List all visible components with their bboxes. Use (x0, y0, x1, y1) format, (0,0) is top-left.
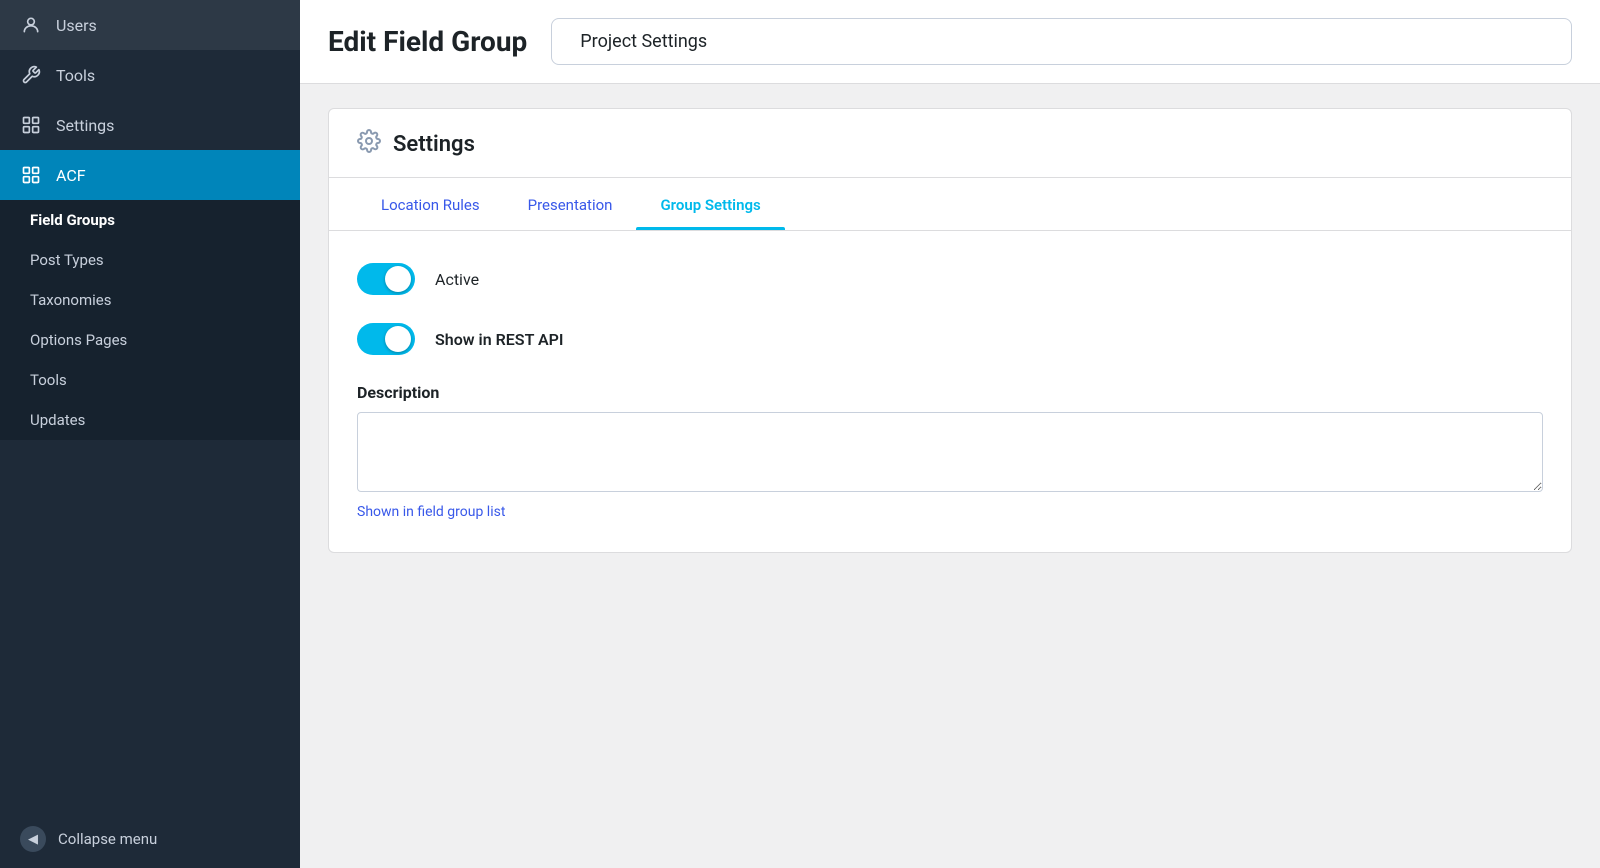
sidebar-item-field-groups[interactable]: Field Groups (0, 200, 300, 240)
sidebar-item-acf-label: ACF (56, 166, 86, 185)
card-title: Settings (393, 132, 475, 157)
sidebar-item-settings-label: Settings (56, 116, 114, 135)
sidebar-item-updates[interactable]: Updates (0, 400, 300, 440)
active-toggle[interactable] (357, 263, 415, 295)
rest-api-toggle-row: Show in REST API (357, 323, 1543, 355)
collapse-menu-button[interactable]: ◀ Collapse menu (0, 810, 300, 868)
sidebar-item-acf[interactable]: ACF (0, 150, 300, 200)
sidebar: Users Tools Settings ACF Field Groups Po… (0, 0, 300, 868)
sidebar-item-settings[interactable]: Settings (0, 100, 300, 150)
tab-presentation[interactable]: Presentation (504, 178, 637, 230)
page-header: Edit Field Group Project Settings (300, 0, 1600, 84)
active-toggle-label: Active (435, 270, 479, 289)
tab-group-settings[interactable]: Group Settings (636, 178, 784, 230)
description-section: Description Shown in field group list (357, 383, 1543, 520)
sidebar-item-tools-sub[interactable]: Tools (0, 360, 300, 400)
tab-location-rules[interactable]: Location Rules (357, 178, 504, 230)
sidebar-item-taxonomies[interactable]: Taxonomies (0, 280, 300, 320)
rest-api-toggle-label: Show in REST API (435, 330, 564, 349)
active-toggle-slider (357, 263, 415, 295)
sidebar-item-tools[interactable]: Tools (0, 50, 300, 100)
settings-icon (20, 114, 42, 136)
card-header: Settings (329, 109, 1571, 178)
sidebar-item-options-pages[interactable]: Options Pages (0, 320, 300, 360)
page-title: Edit Field Group (328, 25, 527, 58)
description-label: Description (357, 383, 1543, 402)
collapse-icon: ◀ (20, 826, 46, 852)
rest-api-toggle-slider (357, 323, 415, 355)
content-area: Settings Location Rules Presentation Gro… (300, 84, 1600, 868)
acf-icon (20, 164, 42, 186)
tools-icon (20, 64, 42, 86)
breadcrumb: Project Settings (551, 18, 1572, 65)
main-content: Edit Field Group Project Settings Settin… (300, 0, 1600, 868)
sidebar-section: Field Groups Post Types Taxonomies Optio… (0, 200, 300, 440)
settings-card: Settings Location Rules Presentation Gro… (328, 108, 1572, 553)
tabs-container: Location Rules Presentation Group Settin… (329, 178, 1571, 231)
gear-icon (357, 129, 381, 159)
description-hint: Shown in field group list (357, 504, 1543, 520)
sidebar-item-tools-label: Tools (56, 66, 95, 85)
sidebar-item-users[interactable]: Users (0, 0, 300, 50)
rest-api-toggle[interactable] (357, 323, 415, 355)
users-icon (20, 14, 42, 36)
active-toggle-row: Active (357, 263, 1543, 295)
card-body: Active Show in REST API Description Show… (329, 231, 1571, 552)
sidebar-item-post-types[interactable]: Post Types (0, 240, 300, 280)
description-textarea[interactable] (357, 412, 1543, 492)
sidebar-item-users-label: Users (56, 16, 97, 35)
